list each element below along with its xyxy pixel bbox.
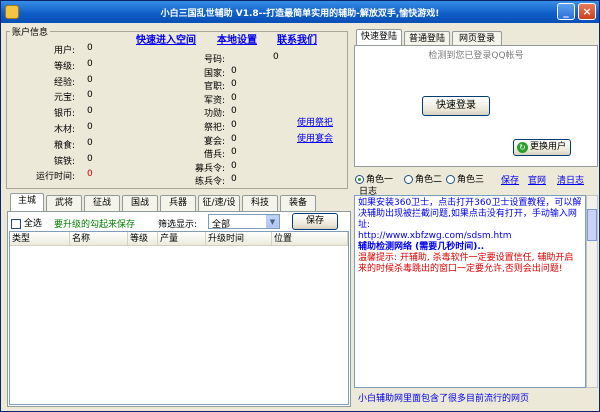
log-scrollbar[interactable] — [586, 195, 598, 388]
filter-label: 筛选显示: — [158, 220, 198, 230]
field-label: 号码: — [203, 55, 225, 65]
main-tab[interactable]: 武将 — [46, 195, 82, 211]
field-label: 国家: — [203, 68, 225, 79]
field-value: 0 — [273, 52, 279, 62]
log-area[interactable]: 如果安装360卫士，点击打开360卫士设置教程，可以解决辅助出现被拦截问题,如果… — [354, 195, 586, 388]
field-value: 0 — [87, 74, 93, 85]
column-header[interactable]: 产量 — [158, 232, 206, 246]
field-value: 0 — [87, 58, 93, 69]
field-label: 借兵: — [203, 150, 225, 161]
field-value: 0 — [231, 79, 237, 90]
field-value: 0 — [87, 169, 93, 180]
field-label: 官职: — [203, 82, 225, 93]
main-tab[interactable]: 征/速/设 — [198, 195, 240, 211]
field-value: 0 — [231, 106, 237, 117]
field-label: 祭祀: — [203, 123, 225, 133]
field-value: 0 — [87, 106, 93, 117]
role-radio[interactable]: 角色三 — [446, 172, 484, 185]
change-user-button[interactable]: ↻ 更换用户 — [513, 139, 571, 156]
field-label: 功勋: — [203, 109, 225, 120]
field-label: 元宝: — [53, 93, 75, 104]
use-banquet-link[interactable]: 使用宴会 — [297, 131, 333, 144]
column-header[interactable]: 名称 — [70, 232, 128, 246]
field-value: 0 — [231, 65, 237, 76]
log-scrollbar-thumb[interactable] — [587, 209, 597, 241]
main-tab[interactable]: 兵器 — [160, 195, 196, 211]
chevron-down-icon[interactable]: ▼ — [266, 215, 279, 228]
field-label: 木材: — [53, 125, 75, 135]
radio-icon[interactable] — [404, 175, 413, 184]
field-value: 0 — [231, 160, 237, 171]
role-label: 角色二 — [415, 175, 443, 185]
field-value: 0 — [87, 43, 93, 53]
refresh-icon: ↻ — [517, 142, 528, 153]
log-line: 如果安装360卫士，点击打开360卫士设置教程，可以解决辅助出现被拦截问题,如果… — [358, 198, 582, 230]
log-line: http://www.xbfzwg.com/sdsm.htm — [358, 231, 512, 241]
column-header[interactable]: 位置 — [272, 232, 348, 246]
field-label: 镔铁: — [53, 156, 75, 167]
column-header[interactable]: 等级 — [128, 232, 158, 246]
main-tab[interactable]: 主城 — [10, 193, 44, 211]
main-tab[interactable]: 国战 — [122, 195, 158, 211]
field-label: 募兵令: — [194, 163, 225, 174]
field-label: 运行时间: — [35, 172, 75, 183]
field-value: 0 — [87, 122, 93, 132]
main-tab[interactable]: 装备 — [280, 195, 316, 211]
field-label: 练兵令: — [194, 177, 225, 188]
role-radio[interactable]: 角色二 — [404, 172, 442, 185]
title-bar: 小白三国乱世辅助 V1.8--打造最简单实用的辅助-解放双手,愉快游戏! _ × — [1, 1, 599, 23]
field-label: 经验: — [53, 77, 75, 88]
field-label: 宴会: — [203, 136, 225, 147]
local-settings-link[interactable]: 本地设置 — [217, 31, 257, 46]
field-label: 等级: — [53, 61, 75, 72]
column-header[interactable]: 类型 — [10, 232, 70, 246]
role-save-link[interactable]: 保存 — [501, 173, 519, 186]
save-button[interactable]: 保存 — [292, 213, 338, 230]
filter-select[interactable]: 全部 ▼ — [208, 214, 280, 230]
use-sacrifice-link[interactable]: 使用祭祀 — [297, 115, 333, 128]
account-group-title: 账户信息 — [10, 25, 51, 38]
select-all-box[interactable] — [11, 218, 21, 229]
field-label: 军资: — [203, 95, 225, 106]
filter-value: 全部 — [212, 220, 231, 230]
status-bar: 小白辅助网里面包含了很多目前流行的网页 — [354, 390, 598, 408]
role-label: 角色三 — [457, 175, 485, 185]
field-value: 0 — [231, 92, 237, 103]
minimize-button[interactable]: _ — [557, 3, 575, 20]
field-label: 银币: — [53, 109, 75, 120]
field-value: 0 — [231, 120, 237, 130]
change-user-label: 更换用户 — [529, 142, 566, 152]
select-all-checkbox[interactable]: 全选 — [11, 216, 42, 229]
upgrade-hint: 要升级的勾起来保存 — [54, 220, 136, 230]
building-table[interactable]: 类型 名称 等级 产量 升级时间 位置 — [9, 231, 349, 405]
main-window: 小白三国乱世辅助 V1.8--打造最简单实用的辅助-解放双手,愉快游戏! _ ×… — [0, 0, 600, 412]
log-line: 温馨提示: 开辅助, 杀毒软件一定要设置信任, 辅助开启来的时候杀毒跳出的窗口一… — [358, 253, 574, 274]
field-label: 粮食: — [53, 140, 75, 151]
column-header[interactable]: 升级时间 — [206, 232, 272, 246]
main-tab[interactable]: 科技 — [242, 195, 278, 211]
contact-us-link[interactable]: 联系我们 — [277, 31, 317, 46]
field-value: 0 — [87, 137, 93, 148]
login-hint: 检测到您已登录QQ帐号 — [428, 51, 524, 61]
main-tab[interactable]: 征战 — [84, 195, 120, 211]
field-value: 0 — [87, 90, 93, 101]
main-tab-panel: 全选 要升级的勾起来保存 筛选显示: 全部 ▼ 保存 类型 名称 等级 产量 升级时间位… — [7, 211, 351, 407]
radio-icon[interactable] — [355, 175, 364, 184]
radio-icon[interactable] — [446, 175, 455, 184]
quick-enter-link[interactable]: 快速进入空间 — [136, 31, 196, 46]
select-all-label: 全选 — [23, 219, 42, 229]
window-title: 小白三国乱世辅助 V1.8--打造最简单实用的辅助-解放双手,愉快游戏! — [160, 9, 440, 19]
field-value: 0 — [231, 133, 237, 144]
quick-login-button[interactable]: 快速登录 — [422, 96, 490, 116]
field-value: 0 — [231, 174, 237, 185]
login-panel: 检测到您已登录QQ帐号 快速登录 ↻ 更换用户 — [354, 45, 598, 167]
main-tabs: 主城 武将 征战 国战 兵器 征/速/设 科技 装备 — [10, 193, 350, 211]
clear-log-link[interactable]: 清日志 — [557, 173, 584, 186]
log-line: 辅助检测网络 (需要几秒时间).. — [358, 242, 485, 252]
close-button[interactable]: × — [578, 3, 596, 20]
field-value: 0 — [231, 147, 237, 158]
field-label: 用户: — [53, 46, 75, 56]
website-link[interactable]: 官网 — [528, 173, 546, 186]
field-value: 0 — [87, 153, 93, 164]
